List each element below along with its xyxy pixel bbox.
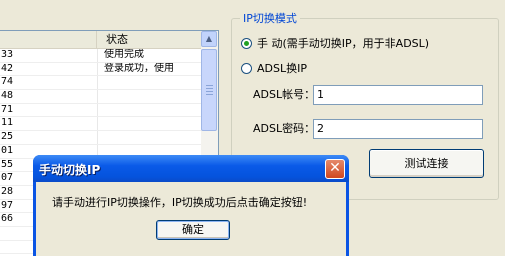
column-header-status[interactable]: 状态 <box>97 31 201 48</box>
chevron-up-icon: ▲ <box>205 34 213 43</box>
manual-mode-label: 手 动(需手动切换IP，用于非ADSL) <box>257 37 430 50</box>
row-number-cell: 48 <box>1 90 14 102</box>
row-status-cell: 登录成功，使用 <box>104 62 174 74</box>
grip-line <box>206 88 213 89</box>
dialog-message: 请手动进行IP切换操作，IP切换成功后点击确定按钮! <box>52 196 308 209</box>
adsl-mode-radio[interactable]: ADSL换IP <box>241 62 307 76</box>
manual-mode-radio[interactable]: 手 动(需手动切换IP，用于非ADSL) <box>241 37 429 51</box>
grip-line <box>206 91 213 92</box>
radio-selected-icon[interactable] <box>241 38 252 49</box>
list-row[interactable]: 33 使用完成 <box>0 49 201 63</box>
list-row[interactable]: 74 <box>0 76 201 91</box>
main-window: 状态 33 使用完成 42 登录成功，使用 74 48 71 11 25 01 55 07 28 97 66… <box>0 0 505 256</box>
list-row[interactable]: 71 <box>0 104 201 118</box>
grip-line <box>206 85 213 86</box>
adsl-mode-label: ADSL换IP <box>257 62 307 75</box>
list-row[interactable]: 42 登录成功，使用 <box>0 63 201 77</box>
list-header: 状态 <box>0 31 201 49</box>
dialog-body: 请手动进行IP切换操作，IP切换成功后点击确定按钮! 确定 <box>36 182 346 256</box>
dialog-titlebar[interactable]: 手动切换IP ✕ <box>33 155 349 182</box>
list-row[interactable]: 48 <box>0 90 201 104</box>
scroll-up-button[interactable]: ▲ <box>201 31 217 47</box>
row-number-cell: 25 <box>1 131 14 143</box>
row-number-cell: 74 <box>1 76 14 88</box>
grip-line <box>206 94 213 95</box>
adsl-password-label: ADSL密码： <box>253 122 316 135</box>
test-connection-button[interactable]: 测试连接 <box>369 149 484 178</box>
row-number-cell: 71 <box>1 103 14 115</box>
adsl-account-input[interactable]: 1 <box>313 85 483 105</box>
dialog-title: 手动切换IP <box>39 163 101 177</box>
row-status-cell: 使用完成 <box>104 49 144 60</box>
scroll-thumb[interactable] <box>201 49 217 131</box>
adsl-password-input[interactable]: 2 <box>313 119 483 139</box>
ip-switch-group-title: IP切换模式 <box>240 10 300 26</box>
row-number-cell: 11 <box>1 117 14 129</box>
radio-unselected-icon[interactable] <box>241 63 252 74</box>
row-number-cell: 33 <box>1 49 14 60</box>
row-number-cell: 42 <box>1 62 14 74</box>
close-icon[interactable]: ✕ <box>325 159 345 179</box>
manual-switch-dialog: 手动切换IP ✕ 请手动进行IP切换操作，IP切换成功后点击确定按钮! 确定 <box>33 155 349 256</box>
list-row[interactable]: 11 <box>0 117 201 132</box>
adsl-account-label: ADSL帐号： <box>253 88 316 101</box>
ok-button[interactable]: 确定 <box>156 220 230 240</box>
list-row[interactable]: 25 <box>0 131 201 145</box>
column-header-number[interactable] <box>0 31 97 48</box>
